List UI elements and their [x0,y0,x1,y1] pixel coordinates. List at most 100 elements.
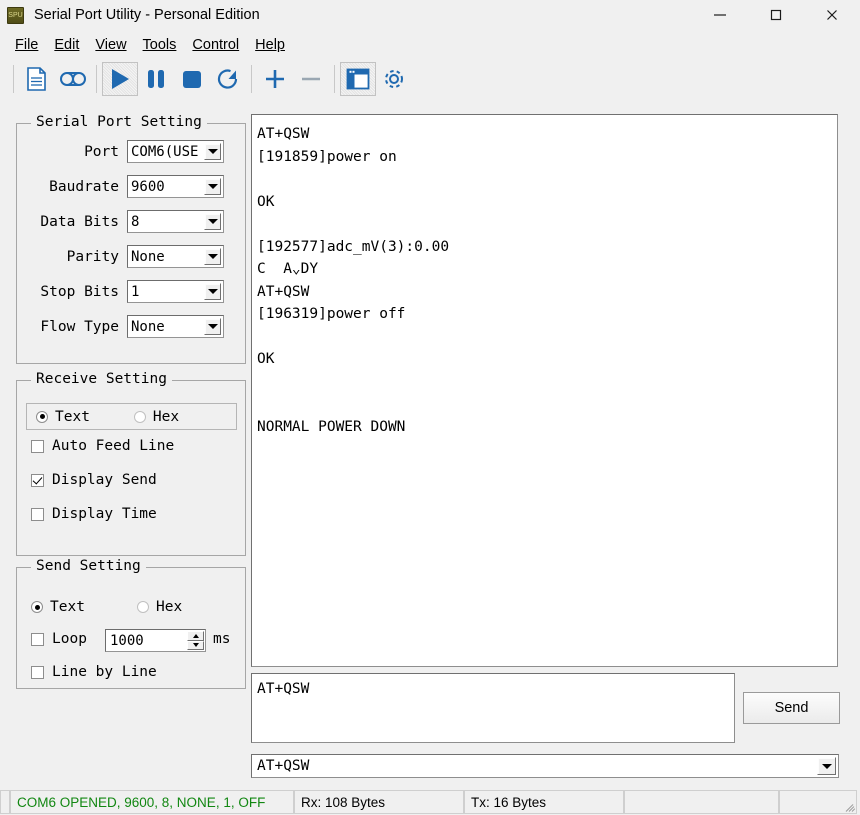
auto-feed-line-label: Auto Feed Line [52,438,175,454]
menu-view[interactable]: View [87,34,134,56]
pause-button[interactable] [138,62,174,96]
send-button[interactable]: Send [743,692,840,724]
chevron-down-icon [207,219,218,224]
refresh-icon [217,69,238,89]
toolbar-separator [334,65,335,93]
flow-type-value: None [131,318,165,335]
menu-edit[interactable]: Edit [46,34,87,56]
flow-type-label: Flow Type [40,318,119,335]
send-mode-hex[interactable]: Hex [137,599,182,615]
settings-button[interactable] [376,62,412,96]
title-bar: SPU Serial Port Utility - Personal Editi… [0,0,860,30]
baudrate-dropdown-arrow[interactable] [204,178,221,195]
loop-interval-value: 1000 [110,632,144,649]
parity-dropdown-arrow[interactable] [204,248,221,265]
terminal-line: OK [257,193,275,210]
loop-interval-stepper[interactable]: 1000 [105,629,206,652]
line-by-line-checkbox[interactable]: Line by Line [31,664,157,680]
app-icon: SPU [7,6,24,24]
stop-bits-dropdown-arrow[interactable] [204,283,221,300]
terminal-line: AT+QSW [257,126,310,142]
flow-type-combobox[interactable]: None [127,315,224,338]
app-icon-label: SPU [8,11,23,19]
loop-stepper-up[interactable] [187,631,204,641]
radio-selected-icon [31,601,43,613]
terminal-line: [196319]power off [257,306,406,322]
display-send-checkbox[interactable]: Display Send [31,472,157,488]
line-by-line-label: Line by Line [52,664,157,680]
display-time-checkbox[interactable]: Display Time [31,506,157,522]
terminal-line: OK [257,351,275,367]
menu-help-label: Help [255,36,285,53]
menu-file[interactable]: File [7,34,46,56]
maximize-button[interactable] [748,0,804,30]
auto-feed-line-checkbox[interactable]: Auto Feed Line [31,438,174,454]
terminal-output[interactable]: AT+QSW [191859]power on OK [192577]adc_m… [251,114,838,667]
menu-help[interactable]: Help [247,34,293,56]
data-bits-combobox[interactable]: 8 [127,210,224,233]
stop-bits-value: 1 [131,283,140,300]
flow-type-dropdown-arrow[interactable] [204,318,221,335]
loop-stepper-down[interactable] [187,640,204,650]
parity-combobox[interactable]: None [127,245,224,268]
new-file-button[interactable] [19,62,55,96]
minimize-button[interactable] [692,0,748,30]
window-layout-button[interactable] [340,62,376,96]
baudrate-combobox[interactable]: 9600 [127,175,224,198]
pause-icon [148,70,164,88]
play-button[interactable] [102,62,138,96]
send-history-dropdown-arrow[interactable] [817,757,836,775]
chevron-down-icon [207,149,218,154]
menu-control-label: Control [192,36,240,53]
status-cell-spacer [0,790,10,814]
remove-button[interactable] [293,62,329,96]
send-input-field[interactable]: AT+QSW [251,673,735,743]
close-button[interactable] [804,0,860,30]
data-bits-label: Data Bits [40,213,119,230]
refresh-button[interactable] [210,62,246,96]
receive-mode-text[interactable]: Text [36,409,90,425]
terminal-line: AT+QSW [257,283,310,300]
checkbox-unchecked-icon [31,632,44,646]
loop-label: Loop [52,631,87,647]
menu-tools[interactable]: Tools [135,34,185,56]
chevron-up-icon [192,633,199,638]
loop-checkbox[interactable]: Loop [31,631,87,647]
baudrate-value: 9600 [131,178,165,195]
receive-mode-hex[interactable]: Hex [133,409,179,425]
terminal-line: NORMAL POWER DOWN [257,418,406,435]
send-mode-text[interactable]: Text [31,599,85,615]
stop-bits-row: Stop Bits 1 [17,278,247,305]
add-button[interactable] [257,62,293,96]
loop-stepper-buttons[interactable] [187,631,204,650]
new-file-icon [27,67,46,91]
status-tx-bytes: Tx: 16 Bytes [464,790,624,814]
toolbar-separator [251,65,252,93]
loop-unit-label: ms [213,631,231,647]
chevron-down-icon [192,643,199,648]
plus-icon [266,70,284,88]
menu-view-label: View [95,36,127,53]
port-combobox[interactable]: COM6(USE [127,140,224,163]
parity-label: Parity [66,248,119,265]
send-history-combobox[interactable]: AT+QSW [251,754,839,778]
resize-grip-icon[interactable] [844,799,858,813]
baudrate-label: Baudrate [49,178,119,195]
window-layout-icon [346,68,370,90]
display-time-label: Display Time [52,506,157,522]
record-button[interactable] [55,62,91,96]
chevron-down-icon [207,184,218,189]
status-extra-1 [624,790,779,814]
send-setting-title: Send Setting [31,558,146,574]
window-controls [692,0,860,30]
menu-control[interactable]: Control [184,34,247,56]
status-rx-bytes: Rx: 108 Bytes [294,790,464,814]
data-bits-dropdown-arrow[interactable] [204,213,221,230]
port-row: Port COM6(USE [17,138,247,165]
stop-bits-combobox[interactable]: 1 [127,280,224,303]
flow-type-row: Flow Type None [17,313,247,340]
stop-button[interactable] [174,62,210,96]
port-dropdown-arrow[interactable] [204,143,221,160]
